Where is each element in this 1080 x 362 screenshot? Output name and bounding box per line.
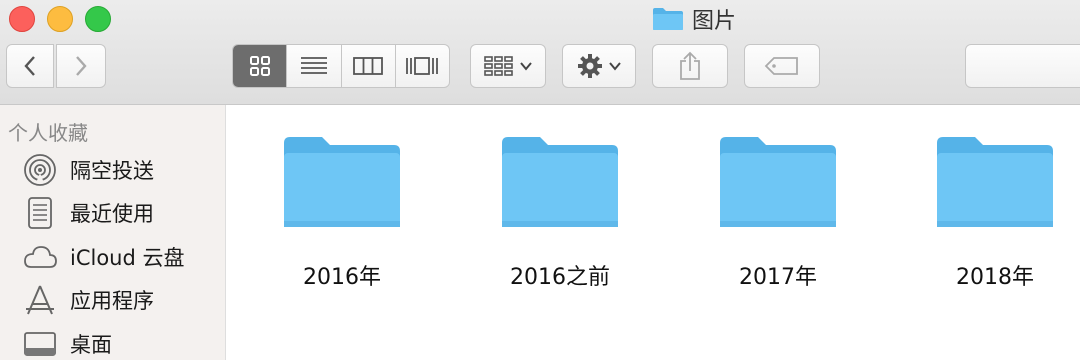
folder-icon (502, 137, 618, 227)
cover-flow-view-button[interactable] (396, 45, 449, 87)
close-window-button[interactable] (9, 6, 35, 32)
cover-flow-view-icon (406, 57, 439, 75)
group-by-icon (484, 56, 513, 76)
applications-icon (26, 285, 54, 315)
chevron-left-icon (24, 56, 35, 76)
folder-icon (937, 137, 1053, 227)
sidebar-item-desktop[interactable]: 桌面 (22, 326, 112, 362)
action-menu-button[interactable] (562, 44, 636, 88)
column-view-button[interactable] (342, 45, 396, 87)
airdrop-icon (24, 154, 56, 186)
desktop-icon (24, 332, 56, 356)
chevron-down-icon (609, 62, 621, 71)
folder-item[interactable]: 2016年 (252, 105, 432, 290)
share-icon (680, 51, 700, 80)
folder-name: 2018年 (956, 265, 1034, 290)
view-mode-selector (232, 44, 450, 88)
sidebar-item-icloud[interactable]: iCloud 云盘 (22, 239, 185, 275)
list-view-button[interactable] (287, 45, 342, 87)
chevron-down-icon (520, 62, 532, 71)
sidebar-item-label: 隔空投送 (70, 159, 154, 183)
folder-item[interactable]: 2016之前 (470, 105, 650, 290)
sidebar-item-label: 桌面 (70, 333, 112, 357)
window-title-text: 图片 (692, 9, 737, 34)
cloud-icon (24, 246, 57, 268)
tag-icon (764, 57, 798, 75)
folder-item[interactable]: 2018年 (905, 105, 1080, 290)
chevron-right-icon (76, 56, 87, 76)
window-title: 图片 (652, 4, 736, 34)
folder-name: 2016年 (303, 265, 381, 290)
list-view-icon (300, 57, 327, 74)
file-browser-area: 2016年 2016之前 2017年 2018年 (226, 105, 1080, 360)
tags-button[interactable] (744, 44, 820, 88)
sidebar-item-label: iCloud 云盘 (70, 246, 185, 270)
back-button[interactable] (6, 44, 54, 88)
gear-icon (578, 54, 602, 78)
folder-icon (653, 8, 683, 30)
folder-icon (720, 137, 836, 227)
zoom-window-button[interactable] (85, 6, 111, 32)
sidebar-item-applications[interactable]: 应用程序 (22, 282, 154, 318)
folder-icon (284, 137, 400, 227)
sidebar-item-label: 应用程序 (70, 289, 154, 313)
recents-icon (28, 197, 52, 229)
sidebar-item-label: 最近使用 (70, 202, 154, 226)
minimize-window-button[interactable] (47, 6, 73, 32)
folder-name: 2017年 (739, 265, 817, 290)
icon-view-icon (249, 56, 270, 76)
sidebar-heading: 个人收藏 (8, 121, 88, 145)
forward-button[interactable] (56, 44, 106, 88)
folder-item[interactable]: 2017年 (688, 105, 868, 290)
folder-name: 2016之前 (510, 265, 610, 290)
search-field[interactable] (965, 44, 1080, 88)
share-button[interactable] (652, 44, 728, 88)
sidebar-item-airdrop[interactable]: 隔空投送 (22, 152, 154, 188)
icon-view-button[interactable] (233, 45, 288, 87)
sidebar-item-recents[interactable]: 最近使用 (22, 195, 154, 231)
group-by-button[interactable] (470, 44, 546, 88)
column-view-icon (353, 57, 384, 75)
